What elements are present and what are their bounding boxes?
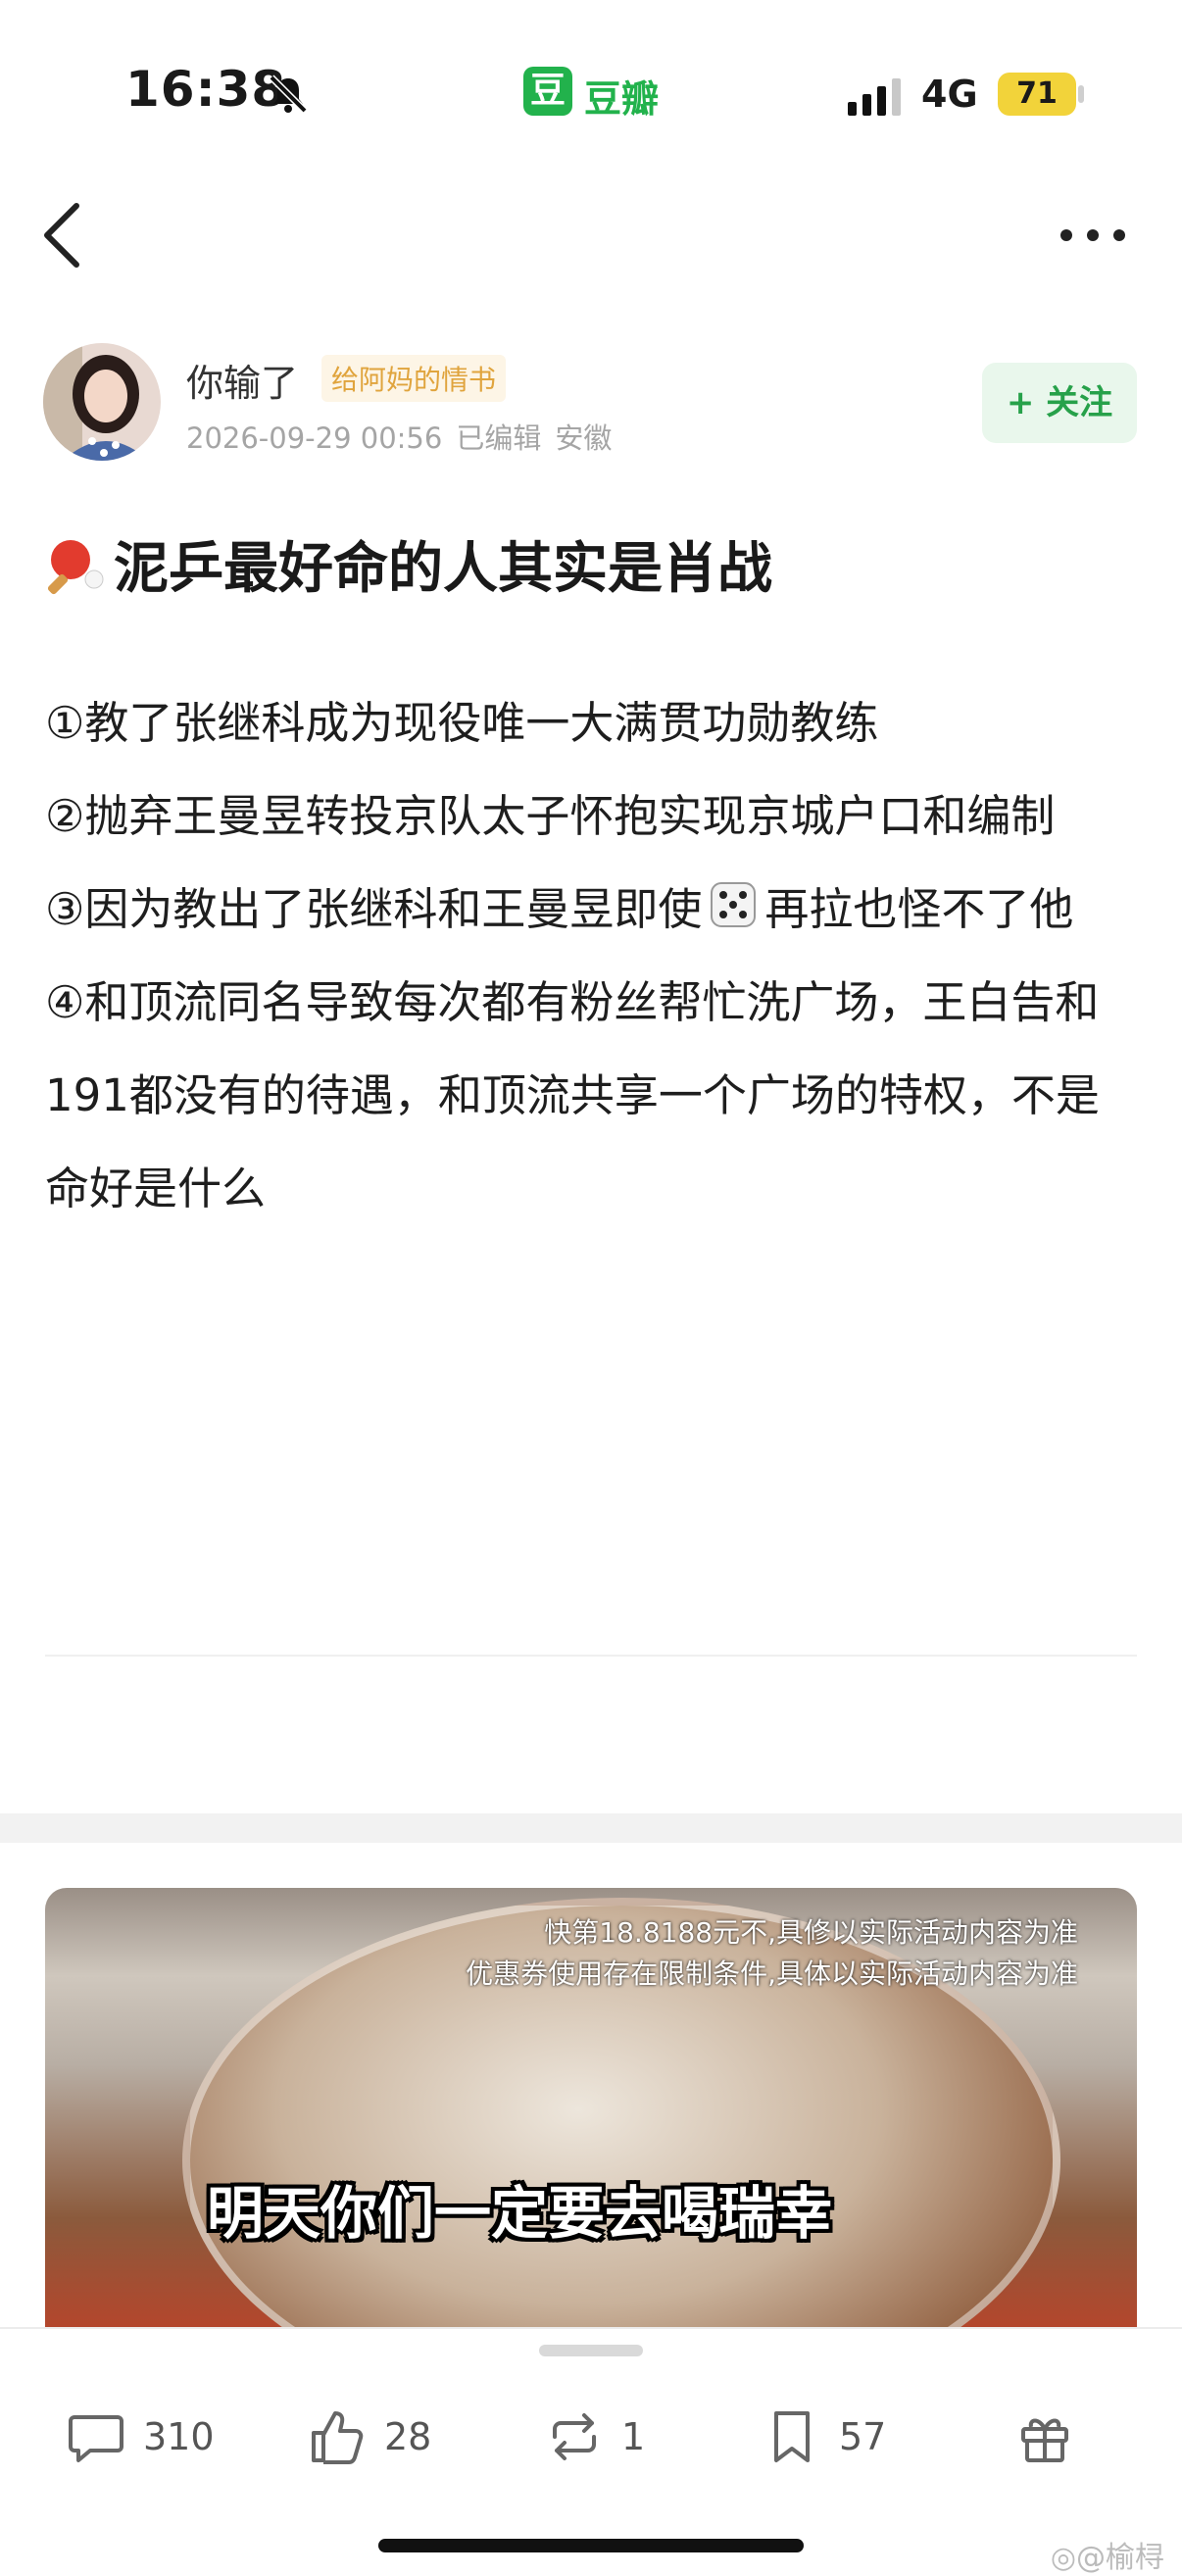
ping-pong-icon	[47, 539, 104, 594]
signal-icon	[848, 78, 901, 116]
paragraph-2: ②抛弃王曼昱转投京队太子怀抱实现京城户口和编制	[45, 790, 1056, 842]
app-name: 豆瓣	[584, 77, 660, 121]
avatar[interactable]	[43, 343, 161, 461]
comment-icon	[69, 2415, 123, 2462]
battery-tip	[1078, 85, 1084, 103]
status-time: 16:38	[125, 61, 287, 118]
post-title: 泥乒最好命的人其实是肖战	[45, 524, 772, 604]
post-location: 安徽	[555, 421, 613, 455]
like-icon	[312, 2411, 364, 2464]
watermark: ◎@榆桪	[1051, 2533, 1164, 2576]
collect-button[interactable]: 57	[763, 2388, 886, 2486]
ad-fine-print-2: 优惠券使用存在限制条件,具体以实际活动内容为准	[466, 1957, 1078, 1990]
ad-caption: 明天你们一定要去喝瑞幸	[207, 2180, 833, 2247]
reshare-count: 1	[621, 2415, 646, 2458]
edited-label: 已编辑	[456, 421, 542, 455]
action-bar: 310 28 1 57 ◎@榆桪	[0, 2327, 1182, 2575]
battery-level: 71	[998, 73, 1076, 116]
bookmark-icon	[774, 2411, 810, 2462]
sheet-handle[interactable]	[539, 2345, 643, 2356]
like-count: 28	[384, 2415, 432, 2458]
paragraph-4: ④和顶流同名导致每次都有粉丝帮忙洗广场，王白告和191都没有的待遇，和顶流共享一…	[45, 976, 1100, 1214]
paragraph-3-before: ③因为教出了张继科和王曼昱即使	[45, 883, 703, 935]
douban-logo: 豆	[523, 67, 572, 116]
author-tag[interactable]: 给阿妈的情书	[321, 355, 507, 402]
follow-button[interactable]: + 关注	[982, 363, 1137, 443]
back-icon[interactable]	[39, 196, 88, 274]
author-name[interactable]: 你输了	[186, 353, 298, 407]
more-icon[interactable]	[1059, 221, 1127, 250]
post-content: ①教了张继科成为现役唯一大满贯功勋教练 ②抛弃王曼昱转投京队太子怀抱实现京城户口…	[45, 676, 1143, 1235]
gift-icon	[1021, 2418, 1068, 2462]
post-title-text: 泥乒最好命的人其实是肖战	[114, 537, 772, 601]
ad-video[interactable]: 快第18.8188元不,具修以实际活动内容为准 优惠券使用存在限制条件,具体以实…	[45, 1888, 1137, 2329]
post-datetime: 2026-09-29 00:56	[186, 421, 443, 455]
collect-count: 57	[839, 2415, 887, 2458]
ad-fine-print-1: 快第18.8188元不,具修以实际活动内容为准	[544, 1916, 1078, 1949]
section-gap	[0, 1813, 1182, 1843]
status-bar: 16:38 豆 豆瓣 4G 71	[0, 0, 1182, 186]
paragraph-1: ①教了张继科成为现役唯一大满贯功勋教练	[45, 697, 879, 749]
gift-button[interactable]	[1015, 2388, 1092, 2486]
bell-slash-icon	[269, 74, 308, 114]
dice-icon	[711, 882, 757, 927]
paragraph-3-after: 再拉也怪不了他	[764, 883, 1074, 935]
like-button[interactable]: 28	[308, 2388, 431, 2486]
network-type: 4G	[921, 73, 978, 116]
comment-count: 310	[143, 2415, 215, 2458]
home-indicator[interactable]	[378, 2539, 804, 2552]
reshare-icon	[553, 2413, 596, 2460]
avatar-image	[43, 343, 161, 461]
reshare-button[interactable]: 1	[545, 2388, 645, 2486]
divider	[45, 1655, 1137, 1657]
post-meta: 2026-09-29 00:56 已编辑 安徽	[186, 416, 625, 457]
paragraph-3: ③因为教出了张继科和王曼昱即使 再拉也怪不了他	[45, 863, 1143, 956]
comment-button[interactable]: 310	[67, 2388, 215, 2486]
